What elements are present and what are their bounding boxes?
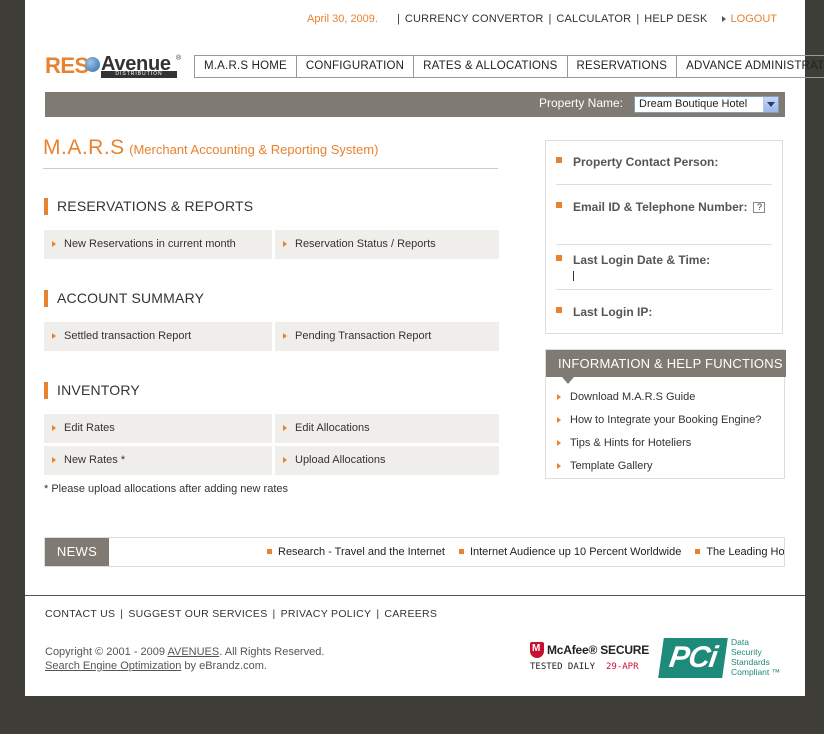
section-title-account: ACCOUNT SUMMARY [44,290,204,307]
logout-link[interactable]: LOGOUT [721,13,777,25]
pci-logo: PCi [658,638,728,678]
divider [556,289,772,290]
link-settled-transaction[interactable]: Settled transaction Report [44,322,272,351]
section-title-inventory: INVENTORY [44,382,140,399]
property-select[interactable]: Dream Boutique Hotel [634,96,779,113]
link-integrate-booking-engine[interactable]: How to Integrate your Booking Engine? [556,414,761,426]
news-item[interactable]: Research - Travel and the Internet [267,538,445,566]
nav-configuration[interactable]: CONFIGURATION [297,56,415,77]
help-icon[interactable]: ? [753,202,766,214]
news-ticker: NEWS Research - Travel and the Internet … [44,537,785,567]
email-phone-label: Email ID & Telephone Number: [573,200,748,214]
link-reservation-status[interactable]: Reservation Status / Reports [275,230,499,259]
currency-convertor-link[interactable]: CURRENCY CONVERTOR [405,13,544,25]
last-login-ip-label: Last Login IP: [556,305,772,319]
calculator-link[interactable]: CALCULATOR [556,13,631,25]
footer-careers[interactable]: CAREERS [384,608,437,620]
link-upload-allocations[interactable]: Upload Allocations [275,446,499,475]
footer-links: CONTACT US | SUGGEST OUR SERVICES | PRIVACY … [45,608,438,620]
top-utility-bar: April 30, 2009. | CURRENCY CONVERTOR | C… [307,13,777,25]
news-label: NEWS [45,538,109,566]
mcafee-secure-badge[interactable]: McAfee® SECURE TESTED DAILY 29-APR [530,641,649,675]
help-desk-link[interactable]: HELP DESK [644,13,707,25]
nav-advance-administration[interactable]: ADVANCE ADMINISTRATION [677,56,824,77]
property-select-value: Dream Boutique Hotel [639,98,748,110]
link-edit-allocations[interactable]: Edit Allocations [275,414,499,443]
footer-divider [25,595,805,596]
property-bar: Property Name: Dream Boutique Hotel [45,92,785,117]
page-title-sub: (Merchant Accounting & Reporting System) [129,142,379,157]
news-item[interactable]: The Leading Hot [695,538,784,566]
divider [556,184,772,185]
main-nav: M.A.R.S HOME CONFIGURATION RATES & ALLOC… [194,55,824,78]
link-download-guide[interactable]: Download M.A.R.S Guide [556,391,695,403]
current-date: April 30, 2009. [307,13,378,25]
help-functions-title: INFORMATION & HELP FUNCTIONS [546,350,786,384]
nav-rates-allocations[interactable]: RATES & ALLOCATIONS [414,56,568,77]
last-login-date-label: Last Login Date & Time: [556,253,772,267]
page-title: M.A.R.S (Merchant Accounting & Reporting… [43,136,498,169]
link-edit-rates[interactable]: Edit Rates [44,414,272,443]
property-name-label: Property Name: [538,96,623,110]
chevron-down-icon[interactable] [763,97,778,112]
nav-reservations[interactable]: RESERVATIONS [568,56,678,77]
link-pending-transaction[interactable]: Pending Transaction Report [275,322,499,351]
seo-link[interactable]: Search Engine Optimization [45,660,181,672]
page-container: April 30, 2009. | CURRENCY CONVERTOR | C… [25,0,824,696]
arrow-right-icon [721,16,726,22]
text-cursor [573,271,574,281]
footer-suggest-services[interactable]: SUGGEST OUR SERVICES [128,608,267,620]
globe-icon [85,57,100,72]
help-functions-box: INFORMATION & HELP FUNCTIONS Download M.… [545,349,786,479]
news-track: Research - Travel and the Internet Inter… [267,538,784,566]
nav-mars-home[interactable]: M.A.R.S HOME [195,56,297,77]
copyright: Copyright © 2001 - 2009 AVENUES. All Rig… [45,646,325,672]
footer-contact-us[interactable]: CONTACT US [45,608,115,620]
contact-person-label: Property Contact Person: [556,155,772,169]
mcafee-shield-icon [530,642,544,658]
page-title-main: M.A.R.S [43,136,125,159]
property-info-box: Property Contact Person: Email ID & Tele… [545,140,783,334]
resavenue-logo[interactable]: RES Avenue ® DISTRIBUTION [45,53,185,81]
divider [556,244,772,245]
link-tips-hints[interactable]: Tips & Hints for Hoteliers [556,437,691,449]
section-title-reservations: RESERVATIONS & REPORTS [44,198,253,215]
link-new-reservations[interactable]: New Reservations in current month [44,230,272,259]
pci-text: Data Security Standards Compliant ™ [731,637,781,677]
logout-label: LOGOUT [730,13,777,25]
avenues-link[interactable]: AVENUES [167,646,219,658]
email-phone-row: Email ID & Telephone Number:? [556,200,772,214]
footer-privacy-policy[interactable]: PRIVACY POLICY [281,608,372,620]
upload-note: * Please upload allocations after adding… [44,483,288,495]
news-item[interactable]: Internet Audience up 10 Percent Worldwid… [458,538,681,566]
link-new-rates[interactable]: New Rates * [44,446,272,475]
link-template-gallery[interactable]: Template Gallery [556,460,653,472]
pci-compliance-badge[interactable]: PCi Data Security Standards Compliant ™ [658,635,785,681]
